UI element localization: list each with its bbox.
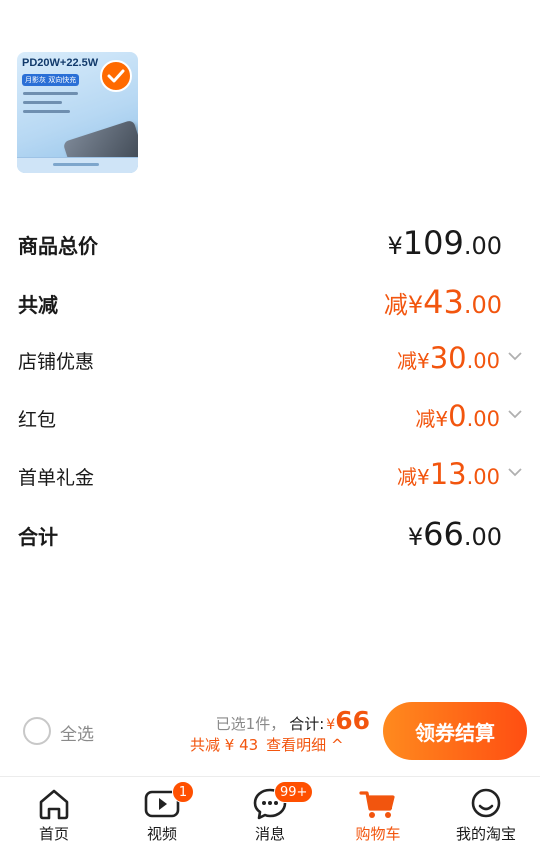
thumbnail-title: PD20W+22.5W xyxy=(22,57,99,69)
thumbnail-footer xyxy=(17,157,138,173)
summary-row: 商品总价 ¥109.00 xyxy=(18,222,522,262)
messages-badge: 99+ xyxy=(274,781,314,803)
summary-amount: 减¥ 30.00 xyxy=(397,341,500,375)
summary-label: 合计 xyxy=(18,525,58,549)
checkmark-icon[interactable] xyxy=(100,60,132,92)
selected-total-line: 已选1件， 合计: ¥ 66 xyxy=(216,706,370,735)
summary-amount: 减¥ 43.00 xyxy=(384,283,502,321)
summary-label: 红包 xyxy=(18,409,57,431)
thumbnail-feature-lines xyxy=(23,92,78,119)
amount-prefix: ¥ xyxy=(387,232,403,260)
summary-label: 共减 xyxy=(18,293,58,317)
amount-decimals: .00 xyxy=(466,465,500,489)
total-label: 合计: xyxy=(289,715,325,733)
summary-label: 商品总价 xyxy=(18,234,98,258)
summary-amount: ¥109.00 xyxy=(387,224,502,262)
summary-label: 店铺优惠 xyxy=(18,351,95,373)
selected-count: 已选1件， xyxy=(215,715,286,733)
chevron-down-icon[interactable] xyxy=(508,467,522,477)
amount-decimals: .00 xyxy=(466,349,500,373)
amount-decimals: .00 xyxy=(466,407,500,431)
amount-prefix: ¥ xyxy=(407,523,424,551)
amount-prefix: 减¥ xyxy=(396,465,430,489)
tab-profile[interactable]: 我的淘宝 xyxy=(432,777,540,849)
checkout-button[interactable]: 领券结算 xyxy=(383,702,527,760)
amount-prefix: 减¥ xyxy=(383,291,424,319)
tab-messages[interactable]: 99+ 消息 xyxy=(216,777,324,849)
profile-icon xyxy=(471,788,501,818)
cart-icon xyxy=(359,791,395,818)
amount-integer: 0 xyxy=(448,399,467,433)
summary-row: 共减 减¥ 43.00 xyxy=(18,281,522,321)
total-currency: ¥ xyxy=(326,717,336,733)
summary-amount: ¥66.00 xyxy=(408,515,502,553)
tab-label: 购物车 xyxy=(355,825,401,843)
amount-integer: 13 xyxy=(429,457,467,491)
tab-home[interactable]: 首页 xyxy=(0,777,108,849)
chevron-down-icon[interactable] xyxy=(508,351,522,361)
amount-integer: 43 xyxy=(423,283,464,321)
amount-integer: 30 xyxy=(429,341,467,375)
summary-amount: 减¥ 13.00 xyxy=(397,457,500,491)
checkout-bar: 全选 已选1件， 合计: ¥ 66 共减 ¥ 43 查看明细 ^ 领券结算 xyxy=(0,700,540,768)
tab-label: 首页 xyxy=(38,825,69,843)
discount-text: 共减 ¥ 43 xyxy=(190,736,259,754)
amount-integer: 109 xyxy=(402,224,464,262)
amount-decimals: .00 xyxy=(463,291,502,319)
amount-decimals: .00 xyxy=(463,523,502,551)
tab-label: 视频 xyxy=(146,825,177,843)
amount-integer: 66 xyxy=(423,515,464,553)
tab-video[interactable]: 1 视频 xyxy=(108,777,216,849)
select-all-label[interactable]: 全选 xyxy=(60,720,94,745)
total-value: 66 xyxy=(335,706,370,735)
amount-prefix: 减¥ xyxy=(396,349,430,373)
home-icon xyxy=(39,789,69,820)
tab-label: 我的淘宝 xyxy=(455,825,516,843)
summary-row[interactable]: 红包 减¥ 0.00 xyxy=(18,397,522,437)
amount-decimals: .00 xyxy=(463,232,502,260)
tab-label: 消息 xyxy=(254,825,285,843)
tab-cart[interactable]: 购物车 xyxy=(324,777,432,849)
chevron-down-icon[interactable] xyxy=(508,409,522,419)
video-badge: 1 xyxy=(172,781,194,803)
summary-row[interactable]: 店铺优惠 减¥ 30.00 xyxy=(18,339,522,379)
thumbnail-chip: 月影灰 双向快充 xyxy=(22,74,80,86)
view-details-link[interactable]: 查看明细 ^ xyxy=(266,736,343,754)
amount-prefix: 减¥ xyxy=(415,407,449,431)
summary-amount: 减¥ 0.00 xyxy=(415,399,500,433)
summary-row: 合计 ¥66.00 xyxy=(18,513,522,553)
discount-line[interactable]: 共减 ¥ 43 查看明细 ^ xyxy=(190,734,352,755)
summary-row[interactable]: 首单礼金 减¥ 13.00 xyxy=(18,455,522,495)
summary-label: 首单礼金 xyxy=(18,467,95,489)
select-all-radio[interactable] xyxy=(23,717,51,745)
bottom-tab-bar: 首页 1 视频 99+ 消息 购物车 我的淘宝 xyxy=(0,776,540,849)
